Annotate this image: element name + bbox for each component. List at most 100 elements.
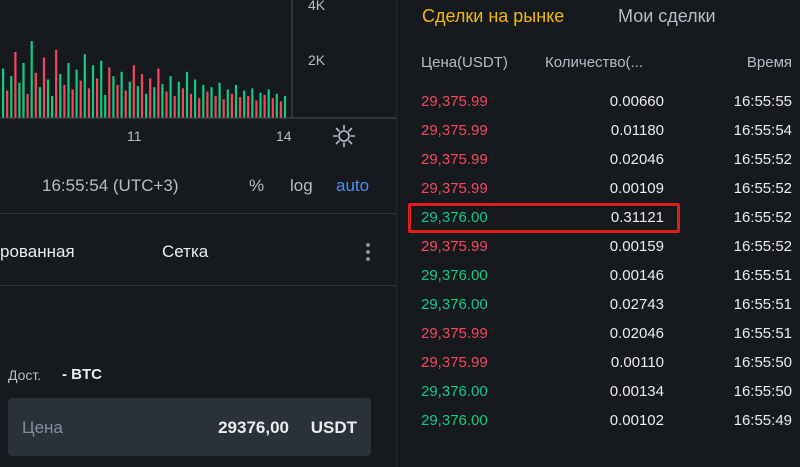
volume-bar <box>230 93 233 118</box>
more-options-icon[interactable] <box>360 240 376 266</box>
volume-bar <box>177 81 180 118</box>
tab-market-trades[interactable]: Сделки на рынке <box>422 6 564 27</box>
trade-price: 29,376.00 <box>421 383 488 400</box>
price-input[interactable]: Цена 29376,00 USDT <box>8 398 371 456</box>
trade-amount: 0.00159 <box>609 238 664 255</box>
trade-row[interactable]: 29,375.99 0.01180 16:55:54 <box>397 116 800 145</box>
trade-amount: 0.00134 <box>609 383 664 400</box>
divider <box>0 213 396 214</box>
volume-bar <box>104 94 107 118</box>
trade-time: 16:55:52 <box>733 238 792 255</box>
auto-scale-toggle[interactable]: auto <box>336 176 369 196</box>
volume-bar <box>116 85 119 118</box>
volume-bar <box>30 41 33 118</box>
volume-bar <box>124 90 127 118</box>
trade-time: 16:55:50 <box>733 354 792 371</box>
left-panel: 4K 2K 11 14 16:55:54 (UTC+3) % log auto … <box>0 0 396 467</box>
tab-my-trades[interactable]: Мои сделки <box>618 6 716 27</box>
trade-row[interactable]: 29,375.99 0.00109 16:55:52 <box>397 174 800 203</box>
volume-bar <box>243 90 246 118</box>
market-trades-panel: Сделки на рынке Мои сделки Цена(USDT) Ко… <box>397 0 800 467</box>
trade-price: 29,376.00 <box>421 267 488 284</box>
volume-bar <box>18 82 21 118</box>
trade-price: 29,376.00 <box>421 412 488 429</box>
volume-bar <box>46 79 50 118</box>
volume-bar <box>67 63 70 118</box>
volume-bar <box>34 72 37 118</box>
trade-price: 29,375.99 <box>421 238 488 255</box>
tab-grid[interactable]: Сетка <box>162 242 208 262</box>
volume-bar <box>128 81 131 118</box>
volume-bar <box>214 96 217 118</box>
trade-row[interactable]: 29,376.00 0.31121 16:55:52 <box>397 203 800 232</box>
volume-bar <box>271 98 274 118</box>
gear-icon[interactable] <box>332 124 356 148</box>
log-scale-toggle[interactable]: log <box>290 176 313 196</box>
column-header-amount: Количество(... <box>545 54 644 71</box>
volume-bar <box>63 85 66 118</box>
volume-bar <box>206 91 209 118</box>
volume-bar <box>198 98 201 118</box>
trade-row[interactable]: 29,375.99 0.00110 16:55:50 <box>397 348 800 377</box>
volume-bar <box>6 90 9 118</box>
price-unit: USDT <box>310 418 357 437</box>
volume-bar <box>263 94 266 118</box>
trade-time: 16:55:54 <box>733 122 792 139</box>
trade-price: 29,375.99 <box>421 122 488 139</box>
volume-bar <box>22 63 25 118</box>
volume-bar <box>75 69 78 118</box>
trade-row[interactable]: 29,375.99 0.02046 16:55:52 <box>397 145 800 174</box>
volume-bar <box>51 96 54 118</box>
volume-bar <box>169 76 172 118</box>
volume-bar <box>275 93 278 118</box>
volume-bar <box>145 93 148 118</box>
trade-amount: 0.31121 <box>610 209 664 226</box>
column-header-price: Цена(USDT) <box>421 54 508 71</box>
volume-bar <box>157 68 160 118</box>
volume-bar <box>173 96 176 118</box>
trade-price: 29,375.99 <box>421 325 488 342</box>
trade-amount: 0.00102 <box>609 412 664 429</box>
volume-bar <box>194 79 197 118</box>
divider <box>0 285 396 286</box>
volume-bar <box>83 54 86 118</box>
volume-bar <box>251 88 254 118</box>
volume-bar <box>112 76 115 118</box>
trade-amount: 0.02046 <box>609 151 664 168</box>
percent-scale-toggle[interactable]: % <box>249 176 264 196</box>
trade-time: 16:55:51 <box>733 325 792 342</box>
y-axis-label-2k: 2K <box>308 52 326 68</box>
volume-bar <box>226 89 229 118</box>
volume-bar <box>132 65 135 118</box>
volume-bar <box>283 96 287 118</box>
volume-bar <box>267 89 270 118</box>
available-label: Дост. <box>8 367 42 383</box>
trade-time: 16:55:52 <box>733 151 792 168</box>
trade-amount: 0.02046 <box>609 325 664 342</box>
trade-row[interactable]: 29,375.99 0.02046 16:55:51 <box>397 319 800 348</box>
trade-price: 29,375.99 <box>421 93 488 110</box>
trade-row[interactable]: 29,376.00 0.00102 16:55:49 <box>397 406 800 435</box>
volume-bar <box>218 82 221 118</box>
trade-price: 29,375.99 <box>421 180 488 197</box>
trade-amount: 0.00660 <box>609 93 664 110</box>
price-input-value[interactable]: 29376,00 <box>218 418 289 438</box>
volume-bar <box>100 60 103 118</box>
volume-bar <box>26 93 29 118</box>
trade-row[interactable]: 29,376.00 0.00146 16:55:51 <box>397 261 800 290</box>
tab-isolated[interactable]: рованная <box>0 242 75 262</box>
volume-bar <box>120 71 123 118</box>
volume-bar <box>79 80 82 118</box>
volume-bar <box>185 71 189 118</box>
volume-bar <box>55 49 58 118</box>
x-axis-label-11: 11 <box>127 128 142 144</box>
volume-bar <box>259 92 262 118</box>
trade-row[interactable]: 29,376.00 0.02743 16:55:51 <box>397 290 800 319</box>
volume-bar <box>202 85 205 118</box>
trade-row[interactable]: 29,375.99 0.00660 16:55:55 <box>397 87 800 116</box>
trade-price: 29,376.00 <box>421 209 488 226</box>
volume-bar <box>149 78 152 118</box>
trade-time: 16:55:51 <box>733 296 792 313</box>
trade-row[interactable]: 29,376.00 0.00134 16:55:50 <box>397 377 800 406</box>
trade-row[interactable]: 29,375.99 0.00159 16:55:52 <box>397 232 800 261</box>
